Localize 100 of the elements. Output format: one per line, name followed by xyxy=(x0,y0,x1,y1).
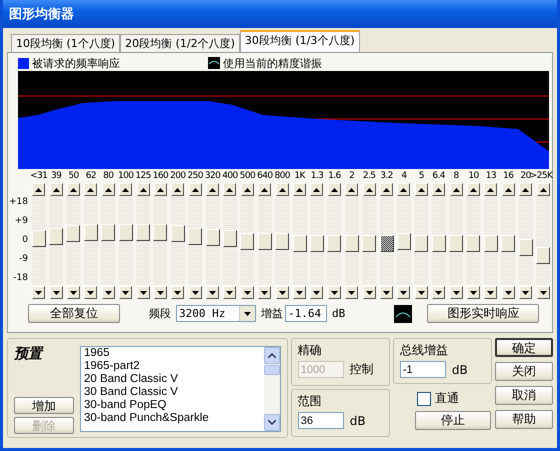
slider-thumb[interactable] xyxy=(414,235,428,252)
tab[interactable]: 10段均衡 (1个八度) xyxy=(11,34,120,52)
down-arrow-button[interactable] xyxy=(328,286,341,299)
up-arrow-button[interactable] xyxy=(66,183,80,196)
down-arrow-button[interactable] xyxy=(466,286,480,299)
up-arrow-button[interactable] xyxy=(345,183,358,196)
scrollbar[interactable] xyxy=(264,347,280,431)
down-arrow-button[interactable] xyxy=(258,286,272,299)
up-arrow-button[interactable] xyxy=(223,183,236,196)
up-arrow-button[interactable] xyxy=(102,183,115,196)
slider-thumb[interactable] xyxy=(258,232,272,250)
up-arrow-button[interactable] xyxy=(362,183,376,196)
slider-thumb[interactable] xyxy=(136,224,150,241)
up-arrow-button[interactable] xyxy=(536,183,550,196)
slider-thumb[interactable] xyxy=(432,235,446,252)
down-arrow-button[interactable] xyxy=(502,286,515,299)
slider-thumb[interactable] xyxy=(206,228,220,246)
up-arrow-button[interactable] xyxy=(258,183,272,196)
down-arrow-button[interactable] xyxy=(536,286,550,299)
preset-item[interactable]: 1965-part2 xyxy=(84,360,264,373)
up-arrow-button[interactable] xyxy=(310,183,324,196)
master-gain-input-field[interactable]: -1 xyxy=(400,361,446,378)
preset-item[interactable]: 20 Band Classic V xyxy=(84,373,264,386)
slider-thumb[interactable] xyxy=(362,234,376,252)
down-arrow-button[interactable] xyxy=(84,286,98,299)
down-arrow-button[interactable] xyxy=(432,286,446,299)
scroll-up-button[interactable] xyxy=(264,347,280,364)
dialog-button[interactable]: 确定 xyxy=(494,338,553,357)
slider-thumb[interactable] xyxy=(188,228,202,246)
preset-item[interactable]: 30-band Punch&Sparkle xyxy=(84,412,264,425)
dialog-button[interactable]: 帮助 xyxy=(494,410,553,429)
down-arrow-button[interactable] xyxy=(380,286,393,299)
down-arrow-button[interactable] xyxy=(397,286,410,299)
up-arrow-button[interactable] xyxy=(188,183,202,196)
up-arrow-button[interactable] xyxy=(519,183,532,196)
down-arrow-button[interactable] xyxy=(345,286,358,299)
down-arrow-button[interactable] xyxy=(362,286,376,299)
down-arrow-button[interactable] xyxy=(188,286,202,299)
slider-thumb[interactable] xyxy=(240,232,254,250)
scroll-thumb[interactable] xyxy=(264,365,280,375)
up-arrow-button[interactable] xyxy=(380,183,393,196)
up-arrow-button[interactable] xyxy=(432,183,446,196)
scroll-down-button[interactable] xyxy=(264,414,280,431)
slider-thumb[interactable] xyxy=(310,234,324,252)
up-arrow-button[interactable] xyxy=(206,183,220,196)
preset-item[interactable]: 30-band PopEQ xyxy=(84,399,264,412)
up-arrow-button[interactable] xyxy=(293,183,306,196)
up-arrow-button[interactable] xyxy=(32,183,46,196)
slider-thumb[interactable] xyxy=(449,235,464,252)
down-arrow-button[interactable] xyxy=(50,286,63,299)
down-arrow-button[interactable] xyxy=(66,286,80,299)
gain-input-field[interactable]: -1.64 xyxy=(285,305,327,322)
slider-thumb[interactable] xyxy=(466,235,480,252)
down-arrow-button[interactable] xyxy=(171,286,184,299)
dialog-button[interactable]: 关闭 xyxy=(494,362,553,381)
stop-button[interactable]: 停止 xyxy=(414,411,491,430)
slider-thumb[interactable] xyxy=(396,232,411,250)
slider-thumb[interactable] xyxy=(536,246,550,264)
down-arrow-button[interactable] xyxy=(240,286,254,299)
add-button[interactable]: 增加 xyxy=(14,397,74,414)
down-arrow-button[interactable] xyxy=(136,286,150,299)
bypass-checkbox[interactable] xyxy=(416,392,431,406)
slider-thumb[interactable] xyxy=(484,235,498,252)
slider-thumb[interactable] xyxy=(49,228,64,246)
down-arrow-button[interactable] xyxy=(154,286,167,299)
slider-thumb[interactable] xyxy=(501,235,516,252)
reset-all-button[interactable]: 全部复位 xyxy=(28,304,120,323)
up-arrow-button[interactable] xyxy=(119,183,132,196)
down-arrow-button[interactable] xyxy=(484,286,498,299)
slider-thumb[interactable] xyxy=(66,225,80,242)
up-arrow-button[interactable] xyxy=(136,183,150,196)
down-arrow-button[interactable] xyxy=(293,286,306,299)
down-arrow-button[interactable] xyxy=(276,286,289,299)
down-arrow-button[interactable] xyxy=(519,286,532,299)
up-arrow-button[interactable] xyxy=(240,183,254,196)
down-arrow-button[interactable] xyxy=(206,286,220,299)
down-arrow-button[interactable] xyxy=(119,286,132,299)
tab[interactable]: 20段均衡 (1/2个八度) xyxy=(120,34,240,52)
up-arrow-button[interactable] xyxy=(397,183,410,196)
dialog-button[interactable]: 取消 xyxy=(494,386,553,405)
up-arrow-button[interactable] xyxy=(414,183,428,196)
up-arrow-button[interactable] xyxy=(466,183,480,196)
slider-thumb[interactable] xyxy=(84,224,98,241)
slider-thumb[interactable] xyxy=(101,224,116,241)
up-arrow-button[interactable] xyxy=(84,183,98,196)
up-arrow-button[interactable] xyxy=(154,183,167,196)
down-arrow-button[interactable] xyxy=(450,286,463,299)
tab[interactable]: 30段均衡 (1/3个八度) xyxy=(240,30,360,52)
up-arrow-button[interactable] xyxy=(171,183,184,196)
preset-item[interactable]: 30 Band Classic V xyxy=(84,386,264,399)
slider-thumb[interactable] xyxy=(118,224,133,241)
slider-thumb[interactable] xyxy=(170,225,185,242)
slider-thumb[interactable] xyxy=(292,234,307,252)
band-dropdown[interactable]: 3200 Hz xyxy=(176,305,256,322)
up-arrow-button[interactable] xyxy=(276,183,289,196)
dropdown-arrow-button[interactable] xyxy=(239,306,255,321)
up-arrow-button[interactable] xyxy=(502,183,515,196)
range-input-field[interactable]: 36 xyxy=(298,412,344,429)
down-arrow-button[interactable] xyxy=(223,286,236,299)
down-arrow-button[interactable] xyxy=(102,286,115,299)
